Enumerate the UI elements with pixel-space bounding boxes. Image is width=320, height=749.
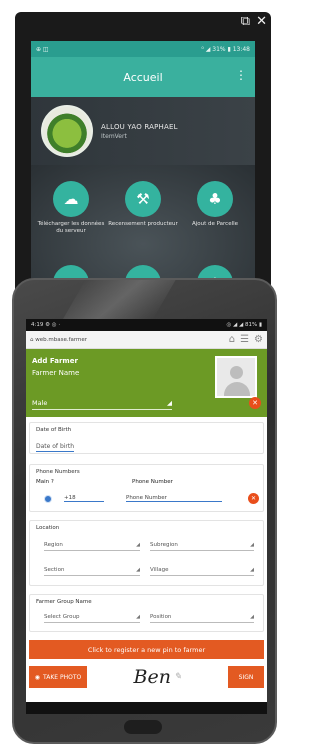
- back-phone-frame: ⧉ ✕ ⊕ ◫ ⁰ ◢ 31% ▮ 13:48 Accueil ⋮ ALLOU …: [15, 12, 271, 297]
- menu-icon[interactable]: ☰: [240, 334, 249, 345]
- gender-value: Male: [32, 399, 48, 407]
- country-code-field[interactable]: +18: [64, 495, 104, 502]
- take-photo-button[interactable]: ◉ TAKE PHOTO: [29, 666, 87, 688]
- chevron-down-icon: ◢: [136, 541, 140, 548]
- status-right: ⁰ ◢ 31% ▮ 13:48: [201, 45, 250, 53]
- signature-bar: ◉ TAKE PHOTO Ben ✎ SIGN: [29, 663, 264, 691]
- close-icon[interactable]: ✕: [256, 13, 267, 31]
- subregion-select[interactable]: Subregion ◢: [150, 539, 254, 551]
- front-phone-frame: 4:19 ⚙ ◎ · ◎ ◢ ◢ 81% ▮ ⌂ web.mbase.farme…: [12, 278, 277, 744]
- glass-reflection: [62, 280, 176, 320]
- more-options-icon[interactable]: ⋮: [235, 68, 247, 82]
- chevron-down-icon: ◢: [136, 613, 140, 620]
- camera-icon: ◉: [34, 673, 41, 681]
- address-bar[interactable]: ⌂ web.mbase.farmer ⌂ ☰ ⚙: [26, 331, 267, 349]
- village-select[interactable]: Village ◢: [150, 564, 254, 576]
- pen-icon: ✎: [173, 672, 182, 682]
- back-app-screen: ⊕ ◫ ⁰ ◢ 31% ▮ 13:48 Accueil ⋮ ALLOU YAO …: [31, 41, 255, 297]
- tile-label: Recensement producteur: [108, 221, 178, 227]
- sign-button[interactable]: SIGN: [228, 666, 264, 688]
- phone-section-label: Phone Numbers: [36, 469, 80, 475]
- cloud-download-icon: ☁: [53, 181, 89, 217]
- tile-add-plot[interactable]: ♣ Ajout de Parcelle: [179, 181, 251, 228]
- window-controls: ⧉ ✕: [241, 13, 267, 31]
- navigation-bar: [26, 702, 267, 714]
- external-window-icon[interactable]: ⧉: [241, 13, 250, 31]
- signature-text: Ben: [133, 666, 171, 688]
- section-select[interactable]: Section ◢: [44, 564, 140, 576]
- back-status-bar: ⊕ ◫ ⁰ ◢ 31% ▮ 13:48: [31, 41, 255, 57]
- home-icon[interactable]: ⌂: [229, 334, 235, 345]
- user-profile-banner: ALLOU YAO RAPHAEL ItemVert: [31, 97, 255, 165]
- signature-pad[interactable]: Ben ✎: [87, 664, 228, 690]
- front-app-screen: 4:19 ⚙ ◎ · ◎ ◢ ◢ 81% ▮ ⌂ web.mbase.farme…: [26, 319, 267, 714]
- register-pin-button[interactable]: Click to register a new pin to farmer: [29, 640, 264, 659]
- user-name: ALLOU YAO RAPHAEL: [101, 122, 178, 131]
- farmer-group-card: Farmer Group Name Select Group ◢ Position…: [29, 594, 264, 632]
- back-app-bar: Accueil ⋮: [31, 57, 255, 97]
- url-text: ⌂ web.mbase.farmer: [30, 336, 88, 343]
- birth-date-field[interactable]: Date of birth: [36, 443, 75, 452]
- farmer-icon: ⚒: [125, 181, 161, 217]
- status-left: 4:19 ⚙ ◎ ·: [31, 322, 61, 328]
- phone-card: Phone Numbers Main ? Phone Number +18 Ph…: [29, 464, 264, 512]
- user-organization: ItemVert: [101, 132, 127, 140]
- field-icon: ♣: [197, 181, 233, 217]
- farmer-group-label: Farmer Group Name: [36, 599, 92, 605]
- location-label: Location: [36, 525, 60, 531]
- location-card: Location Region ◢ Subregion ◢ Section ◢ Vil…: [29, 520, 264, 586]
- chevron-down-icon: ◢: [167, 399, 172, 407]
- status-left: ⊕ ◫: [36, 45, 49, 53]
- main-phone-label: Main ?: [36, 479, 54, 485]
- chevron-down-icon: ◢: [250, 613, 254, 620]
- chevron-down-icon: ◢: [250, 566, 254, 573]
- delete-photo-button[interactable]: ✕: [249, 397, 261, 409]
- tile-download-data[interactable]: ☁ Télécharger les données du serveur: [35, 181, 107, 235]
- front-status-bar: 4:19 ⚙ ◎ · ◎ ◢ ◢ 81% ▮: [26, 319, 267, 331]
- main-phone-radio[interactable]: [44, 494, 52, 503]
- person-body-icon: [224, 382, 250, 396]
- phone-number-field[interactable]: Phone Number: [126, 495, 222, 502]
- tile-label: Télécharger les données du serveur: [37, 221, 105, 234]
- status-right: ◎ ◢ ◢ 81% ▮: [226, 322, 262, 328]
- delete-phone-button[interactable]: ✕: [248, 493, 259, 504]
- phone-number-label: Phone Number: [132, 479, 173, 485]
- group-select[interactable]: Select Group ◢: [44, 611, 140, 623]
- home-button[interactable]: [124, 720, 162, 734]
- chevron-down-icon: ◢: [250, 541, 254, 548]
- tile-label: Ajout de Parcelle: [191, 221, 239, 227]
- chevron-down-icon: ◢: [136, 566, 140, 573]
- farmer-header: Add Farmer Farmer Name Male ◢ ✕: [26, 349, 267, 417]
- birth-date-card: Date of Birth Date of birth: [29, 422, 264, 454]
- page-title: Accueil: [123, 70, 163, 84]
- profile-photo[interactable]: [215, 356, 257, 398]
- avatar: [41, 105, 93, 157]
- birth-date-label: Date of Birth: [36, 427, 72, 433]
- screenshot-page: ⧉ ✕ ⊕ ◫ ⁰ ◢ 31% ▮ 13:48 Accueil ⋮ ALLOU …: [0, 0, 284, 749]
- region-select[interactable]: Region ◢: [44, 539, 140, 551]
- gender-select[interactable]: Male ◢: [32, 397, 172, 410]
- position-select[interactable]: Position ◢: [150, 611, 254, 623]
- gear-icon[interactable]: ⚙: [254, 334, 263, 345]
- person-head-icon: [230, 366, 243, 379]
- tile-farmer-census[interactable]: ⚒ Recensement producteur: [107, 181, 179, 228]
